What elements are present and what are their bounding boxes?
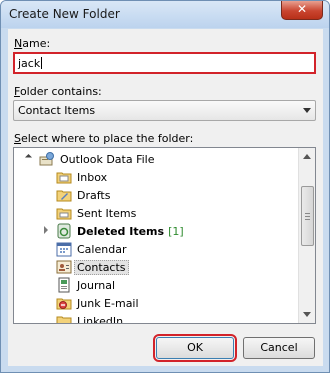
text-caret: [41, 57, 43, 69]
title-bar[interactable]: Create New Folder ✕: [1, 1, 329, 28]
tree-item-sent-items[interactable]: Sent Items: [56, 204, 136, 222]
tree-item-calendar[interactable]: Calendar: [56, 240, 126, 258]
drafts-folder-icon: [56, 187, 72, 203]
folder-contains-label: Folder contains:: [14, 85, 102, 98]
collapse-icon[interactable]: [24, 153, 33, 162]
calendar-icon: [56, 241, 72, 257]
expand-icon[interactable]: [44, 226, 48, 234]
tree-scrollbar[interactable]: [298, 148, 315, 323]
grip-line: [305, 213, 310, 214]
cancel-button[interactable]: Cancel: [243, 337, 315, 359]
unread-count-badge: [1]: [168, 224, 184, 238]
folder-name-input[interactable]: jack: [13, 52, 316, 74]
grip-line: [305, 219, 310, 220]
close-button[interactable]: ✕: [281, 1, 323, 20]
tree-item-outlook-data-file[interactable]: Outlook Data File: [39, 150, 155, 168]
folder-contains-dropdown[interactable]: Contact Items: [13, 100, 316, 121]
dropdown-arrow-icon[interactable]: [303, 108, 311, 113]
place-folder-label: Select where to place the folder:: [14, 132, 194, 145]
create-new-folder-dialog: Create New Folder ✕ Name: jack Folder co…: [0, 0, 330, 373]
tree-item-inbox[interactable]: Inbox: [56, 168, 107, 186]
tree-item-drafts[interactable]: Drafts: [56, 186, 110, 204]
window-title: Create New Folder: [9, 7, 120, 21]
tree-item-contacts[interactable]: Contacts: [56, 258, 129, 276]
dialog-client-area: Name: jack Folder contains: Contact Item…: [8, 29, 323, 366]
folder-contains-value: Contact Items: [18, 104, 96, 117]
ok-button[interactable]: OK: [153, 334, 237, 362]
tree-item-deleted-items[interactable]: Deleted Items [1]: [56, 222, 184, 240]
inbox-folder-icon: [56, 169, 72, 185]
folder-tree[interactable]: Outlook Data File Inbox Drafts Sent Item…: [13, 147, 316, 324]
contacts-icon: [56, 259, 72, 275]
scroll-up-arrow-icon[interactable]: [303, 154, 311, 159]
sent-folder-icon: [56, 205, 72, 221]
scroll-down-arrow-icon[interactable]: [303, 312, 311, 317]
deleted-items-icon: [56, 223, 72, 239]
journal-icon: [56, 277, 72, 293]
scrollbar-thumb[interactable]: [301, 186, 314, 246]
linkedin-folder-icon: [56, 313, 72, 323]
tree-item-linkedin[interactable]: LinkedIn: [56, 312, 123, 323]
tree-item-journal[interactable]: Journal: [56, 276, 115, 294]
tree-item-junk-email[interactable]: Junk E-mail: [56, 294, 139, 312]
mail-store-icon: [39, 151, 55, 167]
junk-folder-icon: [56, 295, 72, 311]
folder-name-value: jack: [18, 57, 41, 70]
grip-line: [305, 216, 310, 217]
name-label: Name:: [14, 37, 51, 50]
